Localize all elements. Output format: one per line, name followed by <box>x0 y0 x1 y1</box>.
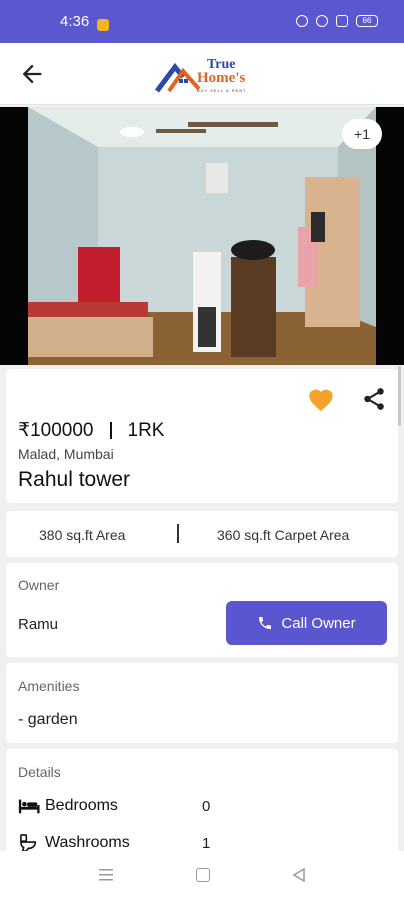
battery-icon: 66 <box>356 15 378 27</box>
phone-icon <box>259 617 272 629</box>
back-arrow-icon[interactable] <box>18 60 46 88</box>
owner-heading: Owner <box>18 577 60 593</box>
separator <box>109 422 112 439</box>
amenity-item: - garden <box>18 711 78 728</box>
status-time: 4:36 <box>60 13 90 30</box>
amenities-card: Amenities - garden <box>6 663 398 743</box>
property-title: Rahul tower <box>18 468 131 491</box>
logo-tagline: BUY SELL & RENT <box>197 88 247 93</box>
property-type: 1RK <box>127 419 165 441</box>
area-card: 380 sq.ft Area 360 sq.ft Carpet Area <box>6 511 398 557</box>
app-bar: True Home's BUY SELL & RENT <box>0 43 404 105</box>
detail-value: 0 <box>202 797 211 815</box>
property-photo[interactable] <box>28 107 376 365</box>
area-divider <box>177 524 179 543</box>
listing-summary-card: ₹100000 1RK Malad, Mumbai Rahul tower <box>6 369 398 503</box>
share-icon[interactable] <box>361 386 387 412</box>
owner-card: Owner Ramu Call Owner <box>6 563 398 657</box>
system-navigation-bar <box>0 851 404 900</box>
system-back-icon[interactable] <box>291 867 307 883</box>
home-icon[interactable] <box>196 868 210 882</box>
logo-text-homes: Home's <box>197 70 246 86</box>
logo-roof-icon <box>155 62 201 93</box>
call-owner-button[interactable]: Call Owner <box>226 601 387 645</box>
more-photos-badge[interactable]: +1 <box>342 119 382 149</box>
heart-icon[interactable] <box>307 386 335 412</box>
details-heading: Details <box>18 764 61 780</box>
owner-name: Ramu <box>18 616 59 633</box>
price: ₹100000 <box>18 420 94 441</box>
true-homes-logo: True Home's BUY SELL & RENT <box>155 55 255 95</box>
recent-apps-icon[interactable] <box>98 868 114 882</box>
carpet-area: 360 sq.ft Carpet Area <box>217 527 350 543</box>
room-photo-illustration <box>28 107 376 365</box>
bed-icon <box>18 799 40 814</box>
wifi-icon <box>316 15 328 27</box>
detail-label: Washrooms <box>45 834 130 851</box>
data-saver-icon <box>336 15 348 27</box>
vibrate-icon <box>296 15 308 27</box>
status-icons: 66 <box>296 15 378 27</box>
detail-row-bedrooms: Bedrooms 0 <box>18 794 398 818</box>
detail-label: Bedrooms <box>45 797 118 814</box>
property-photo-gallery[interactable]: +1 <box>0 107 404 365</box>
area: 380 sq.ft Area <box>39 527 126 543</box>
call-owner-label: Call Owner <box>281 614 356 632</box>
status-bar: 4:36 66 <box>0 0 404 43</box>
detail-value: 1 <box>202 834 211 852</box>
amenities-heading: Amenities <box>18 678 80 694</box>
toilet-icon <box>20 834 37 852</box>
price-type-line: ₹100000 1RK <box>18 419 164 442</box>
details-card: Details Bedrooms 0 Washrooms 1 <box>6 749 398 859</box>
scrollbar-thumb[interactable] <box>398 366 401 426</box>
notification-app-icon <box>97 19 109 31</box>
locality: Malad, Mumbai <box>18 446 114 462</box>
